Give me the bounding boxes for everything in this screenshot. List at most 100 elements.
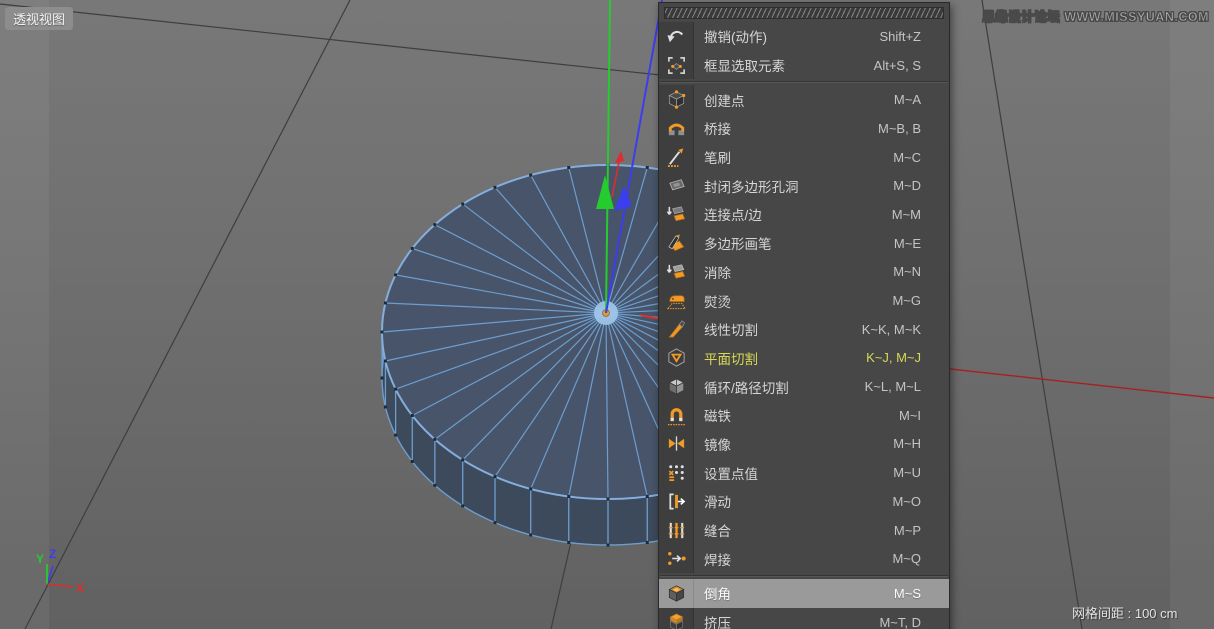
connect-icon: [659, 200, 694, 229]
menu-item-undo[interactable]: 撤销(动作)Shift+Z: [659, 22, 949, 51]
menu-item-dissolve[interactable]: 消除M~N: [659, 258, 949, 287]
menu-item-label: 镜像: [694, 434, 893, 454]
menu-item-create-point[interactable]: 创建点M~A: [659, 85, 949, 114]
menu-item-frame-selected-elements[interactable]: 框显选取元素Alt+S, S: [659, 51, 949, 80]
menu-item-plane-cut[interactable]: 平面切割K~J, M~J: [659, 344, 949, 373]
menu-item-label: 封闭多边形孔洞: [694, 176, 893, 196]
scene-canvas[interactable]: YZX: [0, 0, 1214, 629]
context-menu: 撤销(动作)Shift+Z框显选取元素Alt+S, S创建点M~A桥接M~B, …: [658, 2, 950, 629]
menu-item-mirror[interactable]: 镜像M~H: [659, 430, 949, 459]
top-vertex: [394, 273, 397, 276]
menu-item-shortcut: K~L, M~L: [865, 379, 949, 394]
menu-item-iron[interactable]: 熨烫M~G: [659, 286, 949, 315]
menu-item-weld[interactable]: 焊接M~Q: [659, 544, 949, 573]
world-grid-line: [25, 0, 350, 629]
menu-item-slide[interactable]: 滑动M~O: [659, 487, 949, 516]
top-vertex: [607, 498, 610, 501]
frame-select-icon: [659, 51, 694, 80]
top-vertex: [384, 302, 387, 305]
menu-item-shortcut: M~P: [894, 523, 949, 538]
menu-item-label: 连接点/边: [694, 204, 892, 224]
rim-vertex: [607, 544, 610, 547]
menu-item-brush[interactable]: 笔刷M~C: [659, 143, 949, 172]
top-vertex: [646, 495, 649, 498]
top-vertex: [567, 166, 570, 169]
top-vertex: [411, 247, 414, 250]
menu-item-label: 设置点值: [694, 463, 893, 483]
undo-icon: [659, 22, 694, 51]
menu-item-label: 笔刷: [694, 147, 893, 167]
rim-vertex: [567, 541, 570, 544]
top-vertex: [529, 174, 532, 177]
viewport-label[interactable]: 透视视图: [5, 7, 73, 30]
rim-vertex: [494, 521, 497, 524]
top-vertex: [381, 331, 384, 334]
close-hole-icon: [659, 171, 694, 200]
menu-item-set-point-value[interactable]: 设置点值M~U: [659, 458, 949, 487]
menu-item-shortcut: M~D: [893, 178, 949, 193]
menu-item-label: 平面切割: [694, 348, 866, 368]
menu-item-shortcut: M~S: [894, 586, 949, 601]
menu-item-stitch-sew[interactable]: 缝合M~P: [659, 516, 949, 545]
brush-icon: [659, 143, 694, 172]
menu-item-extrude[interactable]: 挤压M~T, D: [659, 608, 949, 629]
menu-item-shortcut: M~A: [894, 92, 949, 107]
top-vertex: [567, 495, 570, 498]
plane-cut-icon: [659, 344, 694, 373]
menu-item-shortcut: M~H: [893, 436, 949, 451]
rim-vertex: [384, 405, 387, 408]
menu-item-shortcut: Alt+S, S: [874, 58, 949, 73]
menu-item-shortcut: M~I: [899, 408, 949, 423]
top-vertex: [529, 487, 532, 490]
top-vertex: [433, 438, 436, 441]
menu-item-shortcut: M~T, D: [879, 615, 949, 629]
loop-cut-icon: [659, 372, 694, 401]
bevel-icon: [659, 579, 694, 608]
create-point-icon: [659, 85, 694, 114]
extrude-icon: [659, 608, 694, 629]
viewport: YZX 透视视图 思缘设计论坛 WWW.MISSYUAN.COM 网格间距 : …: [0, 0, 1214, 629]
menu-tear-off-grip[interactable]: [664, 7, 944, 19]
menu-item-label: 创建点: [694, 90, 894, 110]
menu-item-label: 磁铁: [694, 405, 899, 425]
menu-item-polygon-pen[interactable]: 多边形画笔M~E: [659, 229, 949, 258]
dissolve-icon: [659, 258, 694, 287]
rim-vertex: [411, 460, 414, 463]
menu-item-shortcut: M~E: [894, 236, 949, 251]
menu-item-shortcut: M~M: [892, 207, 949, 222]
menu-item-label: 框显选取元素: [694, 55, 874, 75]
menu-item-label: 线性切割: [694, 319, 862, 339]
menu-item-connect-points-edges[interactable]: 连接点/边M~M: [659, 200, 949, 229]
menu-item-line-cut[interactable]: 线性切割K~K, M~K: [659, 315, 949, 344]
top-vertex: [461, 458, 464, 461]
gizmo-y-label: Y: [36, 552, 44, 566]
menu-item-magnet[interactable]: 磁铁M~I: [659, 401, 949, 430]
menu-separator: [660, 575, 948, 577]
watermark: 思缘设计论坛 WWW.MISSYUAN.COM: [982, 6, 1209, 25]
bridge-icon: [659, 114, 694, 143]
line-cut-icon: [659, 315, 694, 344]
menu-item-bridge[interactable]: 桥接M~B, B: [659, 114, 949, 143]
rim-vertex: [529, 533, 532, 536]
menu-item-bevel[interactable]: 倒角M~S: [659, 579, 949, 608]
menu-item-close-polygon-hole[interactable]: 封闭多边形孔洞M~D: [659, 171, 949, 200]
menu-item-shortcut: M~U: [893, 465, 949, 480]
menu-item-label: 熨烫: [694, 291, 892, 311]
menu-item-label: 消除: [694, 262, 893, 282]
polygon-pen-icon: [659, 229, 694, 258]
top-vertex: [411, 414, 414, 417]
mirror-icon: [659, 430, 694, 459]
rim-vertex: [381, 377, 384, 380]
stitch-icon: [659, 516, 694, 545]
gizmo-x-line: [47, 584, 73, 587]
world-x-axis-line: [905, 364, 1214, 398]
top-vertex: [394, 388, 397, 391]
top-vertex: [384, 359, 387, 362]
rim-vertex: [433, 484, 436, 487]
menu-item-loop-path-cut[interactable]: 循环/路径切割K~L, M~L: [659, 372, 949, 401]
menu-item-label: 循环/路径切割: [694, 377, 865, 397]
top-vertex: [646, 166, 649, 169]
magnet-icon: [659, 401, 694, 430]
top-vertex: [494, 475, 497, 478]
menu-item-shortcut: M~G: [892, 293, 949, 308]
